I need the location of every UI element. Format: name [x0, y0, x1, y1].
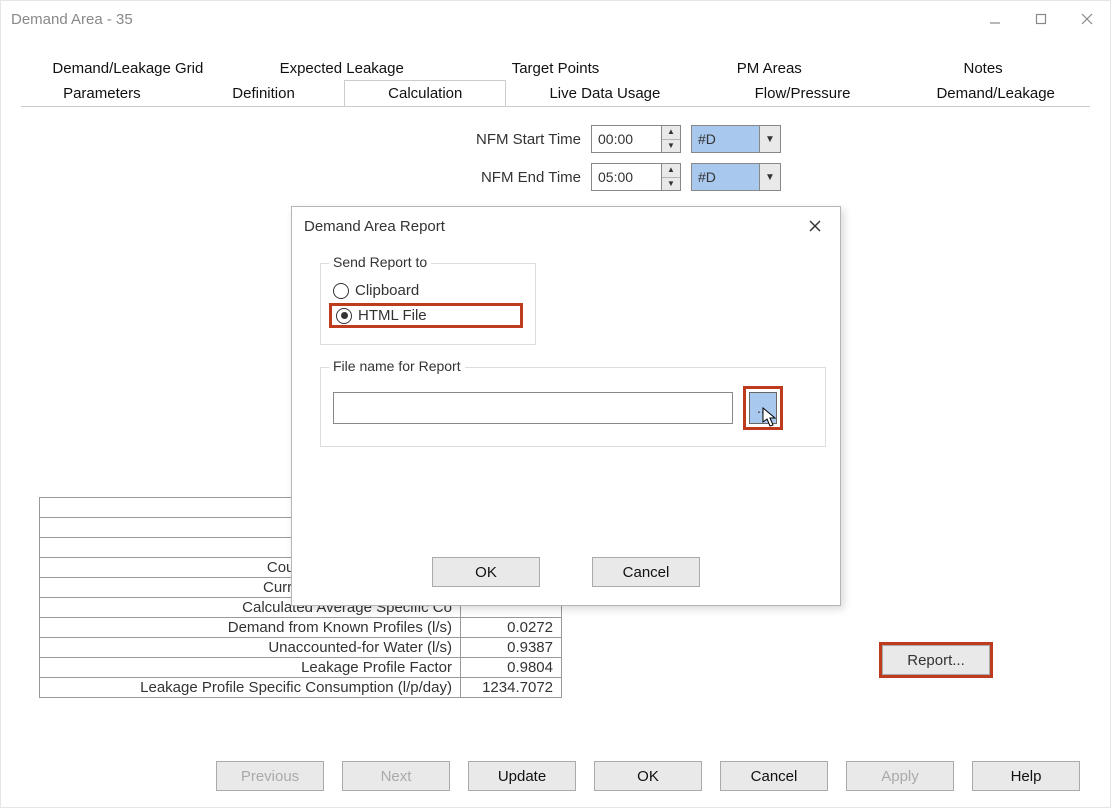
- nfm-end-value: 05:00: [592, 164, 661, 190]
- nfm-start-value: 00:00: [592, 126, 661, 152]
- report-button-label: Report...: [907, 652, 965, 669]
- minimize-button[interactable]: [972, 1, 1018, 37]
- dialog-titlebar: Demand Area Report: [292, 207, 840, 245]
- table-row-value: 0.9387: [461, 638, 562, 658]
- radio-html-file[interactable]: HTML File: [329, 303, 523, 328]
- spinner-icon[interactable]: ▲▼: [661, 164, 680, 190]
- browse-button[interactable]: ...: [749, 392, 777, 424]
- table-row-label: Leakage Profile Specific Consumption (l/…: [40, 678, 461, 698]
- table-row: Unaccounted-for Water (l/s)0.9387: [40, 638, 562, 658]
- report-button[interactable]: Report...: [882, 645, 990, 675]
- dialog-ok-button[interactable]: OK: [432, 557, 540, 587]
- table-row: Leakage Profile Specific Consumption (l/…: [40, 678, 562, 698]
- dialog-cancel-label: Cancel: [623, 564, 670, 581]
- tab-target-points[interactable]: Target Points: [449, 55, 663, 81]
- tab-definition[interactable]: Definition: [183, 80, 345, 106]
- radio-icon: [333, 283, 349, 299]
- radio-icon: [336, 308, 352, 324]
- tab-live-data-usage[interactable]: Live Data Usage: [506, 80, 704, 106]
- tab-flow-pressure[interactable]: Flow/Pressure: [704, 80, 902, 106]
- table-row: Leakage Profile Factor0.9804: [40, 658, 562, 678]
- radio-clipboard[interactable]: Clipboard: [333, 282, 523, 299]
- main-window: Demand Area - 35 Demand/Leakage Grid Exp…: [0, 0, 1111, 808]
- button-label: Help: [1011, 768, 1042, 785]
- browse-highlight: ...: [743, 386, 783, 430]
- close-button[interactable]: [1064, 1, 1110, 37]
- button-label: Cancel: [751, 768, 798, 785]
- tab-expected-leakage[interactable]: Expected Leakage: [235, 55, 449, 81]
- tab-row-upper: Demand/Leakage Grid Expected Leakage Tar…: [21, 55, 1090, 81]
- dialog-ok-label: OK: [475, 564, 497, 581]
- table-row-value: 1234.7072: [461, 678, 562, 698]
- demand-area-report-dialog: Demand Area Report Send Report to Clipbo…: [291, 206, 841, 606]
- table-row-value: 0.0272: [461, 618, 562, 638]
- tab-row-lower: Parameters Definition Calculation Live D…: [21, 80, 1090, 106]
- tab-demand-leakage-grid[interactable]: Demand/Leakage Grid: [21, 55, 235, 81]
- apply-button: Apply: [846, 761, 954, 791]
- button-label: Next: [381, 768, 412, 785]
- chevron-down-icon[interactable]: ▼: [759, 164, 780, 190]
- ellipsis-icon: ...: [757, 400, 769, 416]
- maximize-button[interactable]: [1018, 1, 1064, 37]
- dialog-button-row: OK Cancel: [292, 557, 840, 587]
- previous-button: Previous: [216, 761, 324, 791]
- tab-calculation[interactable]: Calculation: [344, 80, 506, 106]
- table-row-label: Demand from Known Profiles (l/s): [40, 618, 461, 638]
- button-label: Update: [498, 768, 546, 785]
- nfm-start-input[interactable]: 00:00 ▲▼: [591, 125, 681, 153]
- send-report-to-label: Send Report to: [329, 254, 431, 270]
- tab-notes[interactable]: Notes: [876, 55, 1090, 81]
- titlebar: Demand Area - 35: [1, 1, 1110, 37]
- button-label: OK: [637, 768, 659, 785]
- update-button[interactable]: Update: [468, 761, 576, 791]
- button-label: Previous: [241, 768, 299, 785]
- nfm-end-unit[interactable]: #D ▼: [691, 163, 781, 191]
- spinner-icon[interactable]: ▲▼: [661, 126, 680, 152]
- ok-button[interactable]: OK: [594, 761, 702, 791]
- help-button[interactable]: Help: [972, 761, 1080, 791]
- radio-html-file-label: HTML File: [358, 307, 427, 324]
- window-title: Demand Area - 35: [11, 11, 133, 28]
- filename-group: File name for Report ...: [320, 367, 826, 447]
- tab-parameters[interactable]: Parameters: [21, 80, 183, 106]
- filename-label: File name for Report: [329, 358, 465, 374]
- dialog-cancel-button[interactable]: Cancel: [592, 557, 700, 587]
- tab-area: Demand/Leakage Grid Expected Leakage Tar…: [21, 55, 1090, 107]
- nfm-end-row: NFM End Time 05:00 ▲▼ #D ▼: [441, 163, 781, 191]
- tab-pm-areas[interactable]: PM Areas: [662, 55, 876, 81]
- next-button: Next: [342, 761, 450, 791]
- nfm-start-unit-value: #D: [692, 126, 759, 152]
- nfm-start-row: NFM Start Time 00:00 ▲▼ #D ▼: [441, 125, 781, 153]
- table-row-value: 0.9804: [461, 658, 562, 678]
- dialog-close-button[interactable]: [800, 213, 830, 239]
- cancel-button[interactable]: Cancel: [720, 761, 828, 791]
- nfm-start-label: NFM Start Time: [441, 131, 581, 148]
- nfm-end-input[interactable]: 05:00 ▲▼: [591, 163, 681, 191]
- bottom-button-bar: Previous Next Update OK Cancel Apply Help: [216, 761, 1080, 791]
- nfm-start-unit[interactable]: #D ▼: [691, 125, 781, 153]
- send-report-to-group: Send Report to Clipboard HTML File: [320, 263, 536, 345]
- nfm-end-label: NFM End Time: [441, 169, 581, 186]
- chevron-down-icon[interactable]: ▼: [759, 126, 780, 152]
- tab-demand-leakage[interactable]: Demand/Leakage: [901, 80, 1090, 106]
- table-row-label: Leakage Profile Factor: [40, 658, 461, 678]
- radio-clipboard-label: Clipboard: [355, 282, 419, 299]
- filename-input[interactable]: [333, 392, 733, 424]
- table-row-label: Unaccounted-for Water (l/s): [40, 638, 461, 658]
- button-label: Apply: [881, 768, 919, 785]
- nfm-end-unit-value: #D: [692, 164, 759, 190]
- table-row: Demand from Known Profiles (l/s)0.0272: [40, 618, 562, 638]
- dialog-title: Demand Area Report: [304, 218, 445, 235]
